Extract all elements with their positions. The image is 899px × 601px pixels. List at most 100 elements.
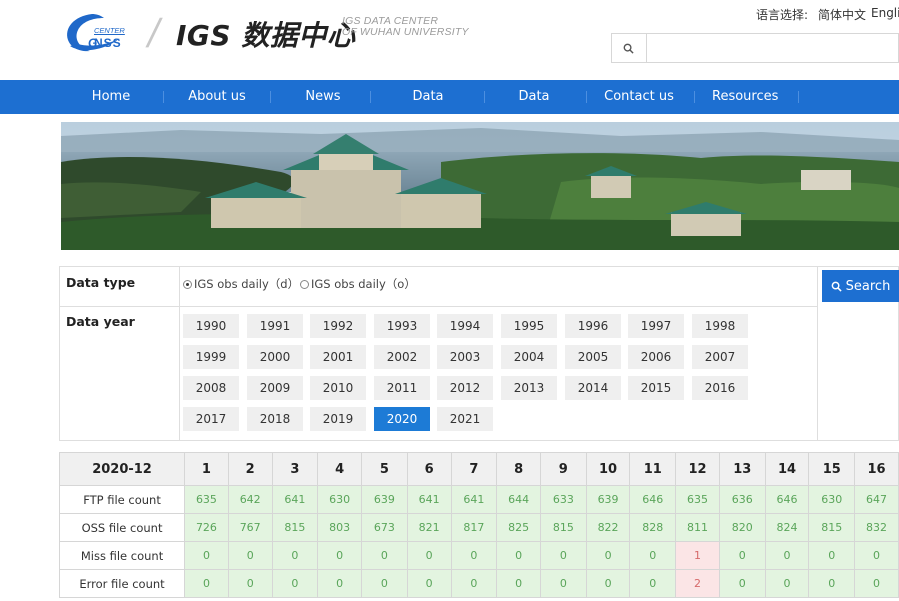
table-cell: 0 [764,541,810,570]
year-button-2007[interactable]: 2007 [692,345,748,369]
year-button-2015[interactable]: 2015 [628,376,684,400]
year-button-2016[interactable]: 2016 [692,376,748,400]
table-cell: 1 [675,541,720,570]
year-button-1994[interactable]: 1994 [437,314,493,338]
panel-divider [817,266,818,441]
year-button-2012[interactable]: 2012 [437,376,493,400]
day-header: 13 [718,452,766,486]
year-button-2013[interactable]: 2013 [501,376,557,400]
table-cell: 641 [450,485,498,514]
row-label: Error file count [59,569,186,598]
year-button-2006[interactable]: 2006 [628,345,684,369]
year-button-2018[interactable]: 2018 [247,407,303,431]
radio-igs-obs-daily-o[interactable]: IGS obs daily（o） [300,276,416,292]
table-cell: 0 [184,569,229,598]
table-cell: 0 [317,569,363,598]
table-cell: 0 [629,541,677,570]
table-cell: 646 [629,485,677,514]
language-option-chinese[interactable]: 简体中文 [818,6,866,23]
year-button-2020[interactable]: 2020 [374,407,430,431]
table-row: Miss file count 0 0 0 0 0 0 0 0 0 0 0 1 0 0 0 0 [59,541,899,570]
table-cell: 0 [496,569,541,598]
table-cell: 0 [629,569,677,598]
table-cell: 639 [585,485,631,514]
nav-item-news[interactable]: News [300,80,346,114]
year-button-2014[interactable]: 2014 [565,376,621,400]
day-header: 16 [854,452,899,486]
day-header: 15 [808,452,856,486]
day-header: 6 [406,452,452,486]
year-button-2010[interactable]: 2010 [310,376,366,400]
nav-item-contact-us[interactable]: Contact us [604,80,674,114]
radio-selected-icon [183,279,192,289]
site-search-button[interactable] [611,33,647,63]
table-cell: 0 [227,541,273,570]
table-cell: 822 [585,513,631,542]
year-button-2004[interactable]: 2004 [501,345,557,369]
table-cell: 0 [361,541,408,570]
nav-item-data-status[interactable]: Data status [498,80,570,138]
year-button-1999[interactable]: 1999 [183,345,239,369]
file-count-table-wrapper: 2020-12 1 2 3 4 5 6 7 8 9 10 11 12 13 14 15 16 FTP file… [59,452,899,601]
nav-divider [484,91,485,103]
data-type-label: Data type [66,275,136,290]
year-button-1995[interactable]: 1995 [501,314,557,338]
year-button-1993[interactable]: 1993 [374,314,430,338]
logo-gnss-text: NSS [94,36,122,50]
nav-item-home[interactable]: Home [80,80,142,114]
year-button-2000[interactable]: 2000 [247,345,303,369]
campus-banner-image [61,122,899,250]
year-button-1990[interactable]: 1990 [183,314,239,338]
search-icon [831,281,842,292]
table-cell: 815 [808,513,856,542]
language-option-english[interactable]: Englis [871,6,899,20]
year-button-1998[interactable]: 1998 [692,314,748,338]
nav-item-resources[interactable]: Resources [712,80,778,114]
table-row: FTP file count 635 642 641 630 639 641 641 644 63… [59,485,899,514]
year-button-2017[interactable]: 2017 [183,407,239,431]
table-cell: 726 [184,513,229,542]
radio-unselected-icon [300,279,309,289]
table-cell: 0 [854,569,899,598]
data-year-label: Data year [66,314,135,329]
row-label: Miss file count [59,541,186,570]
search-icon [623,43,634,54]
search-button[interactable]: Search [822,270,899,302]
site-subtitle-line-2: OF WUHAN UNIVERSITY [342,26,469,38]
nav-divider [586,91,587,103]
year-button-1992[interactable]: 1992 [310,314,366,338]
year-button-2019[interactable]: 2019 [310,407,366,431]
year-button-1996[interactable]: 1996 [565,314,621,338]
table-row: OSS file count 726 767 815 803 673 821 817 825 81… [59,513,899,542]
table-cell: 815 [539,513,587,542]
table-cell: 815 [271,513,319,542]
year-button-2008[interactable]: 2008 [183,376,239,400]
year-button-2003[interactable]: 2003 [437,345,493,369]
year-button-1991[interactable]: 1991 [247,314,303,338]
year-button-2002[interactable]: 2002 [374,345,430,369]
year-button-2009[interactable]: 2009 [247,376,303,400]
day-header: 1 [184,452,229,486]
table-cell: 0 [361,569,408,598]
nav-item-data-product[interactable]: Data product [386,80,470,138]
year-button-2005[interactable]: 2005 [565,345,621,369]
table-cell: 0 [808,569,856,598]
year-button-2021[interactable]: 2021 [437,407,493,431]
radio-label: IGS obs daily（o） [311,277,416,291]
year-button-1997[interactable]: 1997 [628,314,684,338]
year-button-2011[interactable]: 2011 [374,376,430,400]
year-button-2001[interactable]: 2001 [310,345,366,369]
table-cell: 646 [764,485,810,514]
panel-divider [59,306,817,307]
nav-item-about-us[interactable]: About us [184,80,250,114]
radio-igs-obs-daily-d[interactable]: IGS obs daily（d） [183,276,299,292]
search-button-label: Search [845,278,891,294]
table-cell: 0 [854,541,899,570]
table-cell: 633 [539,485,587,514]
month-header: 2020-12 [59,452,186,486]
site-search-input[interactable] [648,34,898,62]
day-header: 2 [227,452,273,486]
panel-divider [179,266,180,441]
day-header: 3 [271,452,319,486]
table-cell: 0 [450,541,498,570]
